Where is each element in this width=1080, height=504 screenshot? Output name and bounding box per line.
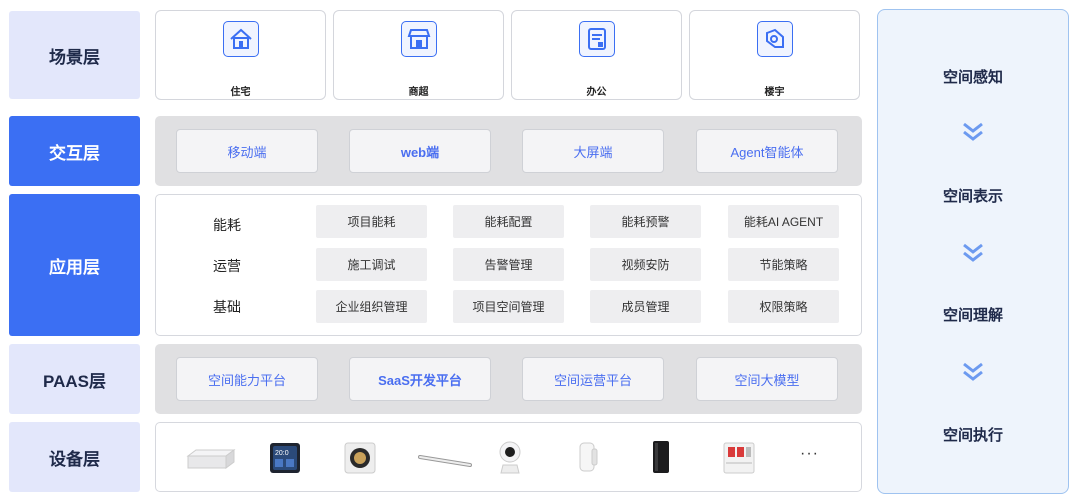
speaker-icon xyxy=(651,439,671,480)
app-row-label: 能耗 xyxy=(213,217,241,233)
app-item[interactable]: 能耗AI AGENT xyxy=(728,205,839,238)
chip-space-operation[interactable]: 空间运营平台 xyxy=(522,357,664,401)
chevron-down-icon xyxy=(961,243,985,268)
layer-label-device: 设备层 xyxy=(9,422,140,492)
scene-card-office[interactable]: 办公 xyxy=(511,10,682,100)
app-item[interactable]: 视频安防 xyxy=(590,248,701,281)
app-item[interactable]: 权限策略 xyxy=(728,290,839,323)
office-document-icon xyxy=(578,21,615,57)
scene-card-building[interactable]: 楼宇 xyxy=(689,10,860,100)
sensor-icon xyxy=(576,441,600,478)
interaction-panel: 移动端 web端 大屏端 Agent智能体 xyxy=(155,116,862,186)
scene-card-supermarket[interactable]: 商超 xyxy=(333,10,504,100)
step-representation: 空间表示 xyxy=(942,188,1003,205)
layer-label-scene: 场景层 xyxy=(9,11,140,99)
linear-light-icon xyxy=(418,453,472,474)
scene-card-residence[interactable]: 住宅 xyxy=(155,10,326,100)
paas-panel: 空间能力平台 SaaS开发平台 空间运营平台 空间大模型 xyxy=(155,344,862,414)
chip-mobile[interactable]: 移动端 xyxy=(176,129,318,173)
chip-web[interactable]: web端 xyxy=(349,129,491,173)
layer-label-application: 应用层 xyxy=(9,194,140,336)
chip-big-screen[interactable]: 大屏端 xyxy=(522,129,664,173)
app-item[interactable]: 项目能耗 xyxy=(316,205,427,238)
chevron-down-icon xyxy=(961,122,985,147)
layer-label-interaction: 交互层 xyxy=(9,116,140,186)
scene-label: 办公 xyxy=(586,87,607,98)
application-panel: 能耗 运营 基础 项目能耗 能耗配置 能耗预警 能耗AI AGENT 施工调试 … xyxy=(155,194,862,336)
app-item[interactable]: 企业组织管理 xyxy=(316,290,427,323)
panel-screen-text: 20:0 xyxy=(275,450,289,457)
smart-panel-icon: 20:0 xyxy=(269,442,301,479)
app-row-label: 运营 xyxy=(213,258,241,274)
app-item[interactable]: 能耗配置 xyxy=(453,205,564,238)
device-panel: 20:0 ··· xyxy=(155,422,862,492)
app-item[interactable]: 项目空间管理 xyxy=(453,290,564,323)
house-icon xyxy=(222,21,259,57)
store-icon xyxy=(400,21,437,57)
chevron-down-icon xyxy=(961,362,985,387)
right-process-column: 空间感知 空间表示 空间理解 空间执行 xyxy=(877,9,1069,494)
app-row-label: 基础 xyxy=(213,299,241,315)
camera-icon xyxy=(498,439,522,480)
scene-label: 住宅 xyxy=(230,87,251,98)
chip-agent[interactable]: Agent智能体 xyxy=(696,129,838,173)
app-item[interactable]: 成员管理 xyxy=(590,290,701,323)
app-item[interactable]: 能耗预警 xyxy=(590,205,701,238)
app-item[interactable]: 节能策略 xyxy=(728,248,839,281)
step-execution: 空间执行 xyxy=(942,427,1003,444)
more-devices-ellipsis: ··· xyxy=(800,445,819,462)
building-icon xyxy=(756,21,793,57)
app-item[interactable]: 告警管理 xyxy=(453,248,564,281)
chip-space-capability[interactable]: 空间能力平台 xyxy=(176,357,318,401)
gateway-icon xyxy=(186,448,236,475)
chip-saas-dev[interactable]: SaaS开发平台 xyxy=(349,357,491,401)
app-item[interactable]: 施工调试 xyxy=(316,248,427,281)
thermostat-icon xyxy=(344,442,376,479)
circuit-breaker-icon xyxy=(722,439,756,480)
step-perception: 空间感知 xyxy=(942,69,1003,86)
scene-label: 楼宇 xyxy=(764,87,785,98)
scene-label: 商超 xyxy=(408,87,429,98)
step-understanding: 空间理解 xyxy=(942,307,1003,324)
layer-label-paas: PAAS层 xyxy=(9,344,140,414)
chip-space-model[interactable]: 空间大模型 xyxy=(696,357,838,401)
